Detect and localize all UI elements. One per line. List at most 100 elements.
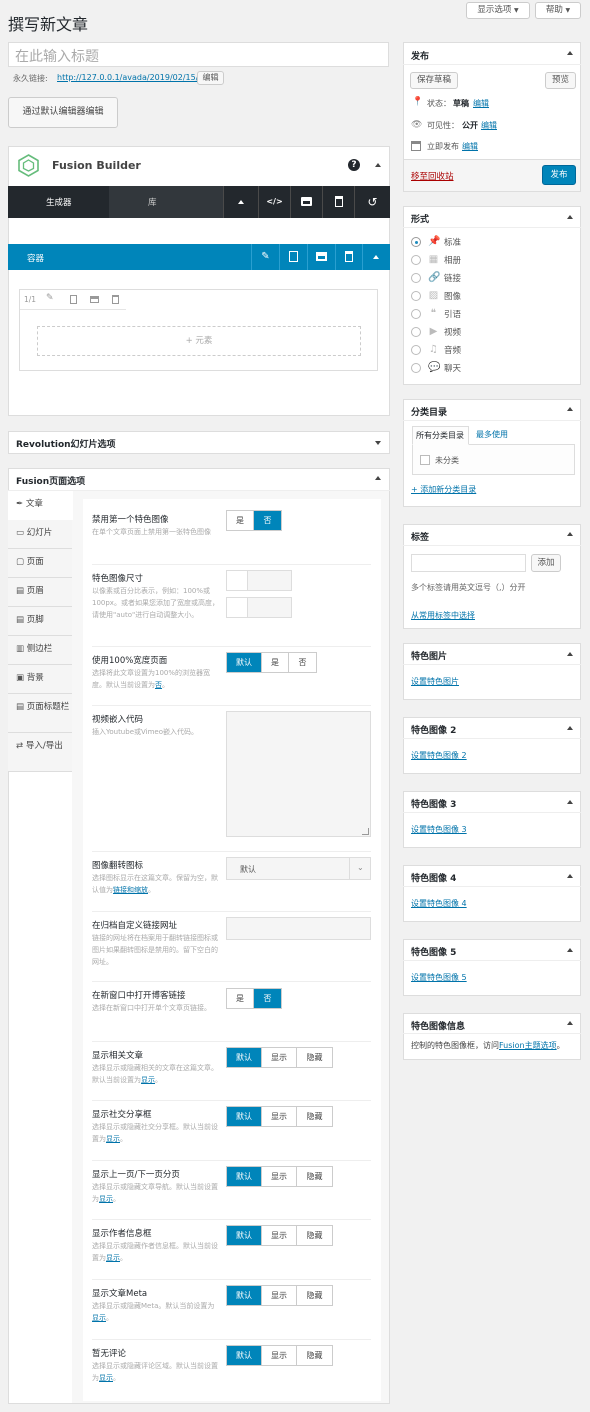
permalink-url[interactable]: http://127.0.0.1/avada/2019/02/15/6/ xyxy=(57,73,206,82)
radio-button[interactable] xyxy=(411,255,421,265)
collapse-icon[interactable] xyxy=(567,948,573,952)
column-edit-icon[interactable]: ✎ xyxy=(46,293,54,303)
tab-builder[interactable]: 生成器 xyxy=(46,196,72,208)
format-option[interactable]: 💬 聊天 xyxy=(411,361,571,375)
radio-button[interactable] xyxy=(411,273,421,283)
tab-most-used[interactable]: 最多使用 xyxy=(476,429,508,440)
radio-button[interactable] xyxy=(411,363,421,373)
option-default-link[interactable]: 显示 xyxy=(106,1135,120,1143)
format-option[interactable]: ▨ 图像 xyxy=(411,289,571,303)
option-choice[interactable]: 显示 xyxy=(262,1048,297,1067)
default-editor-button[interactable]: 通过默认编辑器编辑 xyxy=(8,97,118,128)
option-choice[interactable]: 显示 xyxy=(262,1167,297,1186)
schedule-edit-link[interactable]: 编辑 xyxy=(462,141,478,152)
choose-tags-link[interactable]: 从常用标签中选择 xyxy=(411,610,475,621)
format-collapse-icon[interactable] xyxy=(567,215,573,219)
option-choice[interactable]: 默认 xyxy=(227,1226,262,1245)
column-size-label[interactable]: 1/1 xyxy=(24,295,36,304)
set-featured-image-link[interactable]: 设置特色图像 5 xyxy=(411,972,467,983)
option-choice[interactable]: 默认 xyxy=(227,1167,262,1186)
container-save-button[interactable] xyxy=(307,244,335,270)
help-button[interactable]: 帮助 ▼ xyxy=(535,2,581,19)
set-featured-image-link[interactable]: 设置特色图像 4 xyxy=(411,898,467,909)
tab-import-export[interactable]: ⇄ 导入/导出 xyxy=(8,733,72,772)
option-choice[interactable]: 是 xyxy=(227,511,254,530)
option-choice[interactable]: 隐藏 xyxy=(297,1048,332,1067)
move-to-trash-link[interactable]: 移至回收站 xyxy=(411,170,454,182)
option-default-link[interactable]: 显示 xyxy=(99,1195,113,1203)
option-choice[interactable]: 默认 xyxy=(227,1346,262,1365)
tab-all-categories[interactable]: 所有分类目录 xyxy=(412,426,469,445)
video-embed-textarea[interactable] xyxy=(226,711,371,837)
publish-button[interactable]: 发布 xyxy=(542,165,576,185)
post-title-input[interactable]: 在此输入标题 xyxy=(8,42,389,67)
fusion-theme-options-link[interactable]: Fusion主题选项 xyxy=(499,1041,557,1050)
option-choice[interactable]: 否 xyxy=(289,653,316,672)
set-featured-image-link[interactable]: 设置特色图像 2 xyxy=(411,750,467,761)
radio-button[interactable] xyxy=(411,327,421,337)
format-option[interactable]: ♫ 音频 xyxy=(411,343,571,357)
fusion-page-options-collapse-icon[interactable] xyxy=(375,476,381,480)
option-choice[interactable]: 默认 xyxy=(227,653,262,672)
format-option[interactable]: 📌 标准 xyxy=(411,235,571,249)
toolbar-collapse-button[interactable] xyxy=(223,186,258,218)
image-height-field[interactable] xyxy=(226,597,248,618)
collapse-icon[interactable] xyxy=(567,726,573,730)
container-collapse-button[interactable] xyxy=(362,244,390,270)
option-choice[interactable]: 隐藏 xyxy=(297,1286,332,1305)
container-edit-button[interactable]: ✎ xyxy=(251,244,279,270)
set-featured-image-link[interactable]: 设置特色图像 3 xyxy=(411,824,467,835)
category-checkbox[interactable] xyxy=(420,455,430,465)
option-choice[interactable]: 默认 xyxy=(227,1286,262,1305)
option-choice[interactable]: 否 xyxy=(254,989,281,1008)
collapse-icon[interactable] xyxy=(567,800,573,804)
featured-info-collapse-icon[interactable] xyxy=(567,1021,573,1025)
status-edit-link[interactable]: 编辑 xyxy=(473,98,489,109)
column-save-icon[interactable] xyxy=(90,296,99,303)
revolution-expand-icon[interactable] xyxy=(375,441,381,445)
set-featured-image-link[interactable]: 设置特色图片 xyxy=(411,676,459,687)
fusion-builder-collapse-icon[interactable] xyxy=(375,163,381,167)
textarea-resize-handle[interactable] xyxy=(362,828,369,835)
collapse-icon[interactable] xyxy=(567,652,573,656)
container-bar[interactable]: 容器 ✎ xyxy=(8,244,390,270)
save-button[interactable] xyxy=(290,186,322,218)
format-option[interactable]: ▶ 视频 xyxy=(411,325,571,339)
tags-collapse-icon[interactable] xyxy=(567,532,573,536)
option-choice[interactable]: 显示 xyxy=(262,1107,297,1126)
add-tag-button[interactable]: 添加 xyxy=(531,554,561,572)
option-choice[interactable]: 显示 xyxy=(262,1346,297,1365)
tab-library[interactable]: 库 xyxy=(148,196,157,208)
radio-button[interactable] xyxy=(411,309,421,319)
tab-header[interactable]: ▤ 页眉 xyxy=(8,578,72,607)
container-delete-button[interactable] xyxy=(335,244,362,270)
preview-button[interactable]: 预览 xyxy=(545,72,576,89)
option-choice[interactable]: 隐藏 xyxy=(297,1226,332,1245)
tab-page[interactable]: ▢ 页面 xyxy=(8,549,72,578)
categories-collapse-icon[interactable] xyxy=(567,407,573,411)
code-button[interactable]: </> xyxy=(258,186,290,218)
permalink-edit-button[interactable]: 编辑 xyxy=(197,71,224,85)
option-choice[interactable]: 是 xyxy=(227,989,254,1008)
format-option[interactable]: 🔗 链接 xyxy=(411,271,571,285)
option-choice[interactable]: 默认 xyxy=(227,1107,262,1126)
tab-post[interactable]: ✒ 文章 xyxy=(8,491,73,520)
visibility-edit-link[interactable]: 编辑 xyxy=(481,120,497,131)
tab-slider[interactable]: ▭ 幻灯片 xyxy=(8,520,72,549)
option-default-link[interactable]: 否 xyxy=(155,681,162,689)
radio-button[interactable] xyxy=(411,291,421,301)
tab-sidebar[interactable]: ▥ 侧边栏 xyxy=(8,636,72,665)
add-element-button[interactable]: + 元素 xyxy=(37,326,361,356)
tab-background[interactable]: ▣ 背景 xyxy=(8,665,72,694)
tab-page-title-bar[interactable]: ▤ 页面标题栏 xyxy=(8,694,72,733)
image-width-field[interactable] xyxy=(226,570,248,591)
option-default-link[interactable]: 显示 xyxy=(141,1076,155,1084)
format-option[interactable]: ❝ 引语 xyxy=(411,307,571,321)
screen-options-button[interactable]: 显示选项 ▼ xyxy=(466,2,530,19)
option-default-link[interactable]: 显示 xyxy=(99,1374,113,1382)
format-option[interactable]: ▦ 相册 xyxy=(411,253,571,267)
option-choice[interactable]: 隐藏 xyxy=(297,1346,332,1365)
option-default-link[interactable]: 链接和缩放 xyxy=(113,886,148,894)
option-choice[interactable]: 隐藏 xyxy=(297,1167,332,1186)
option-default-link[interactable]: 显示 xyxy=(92,1314,106,1322)
